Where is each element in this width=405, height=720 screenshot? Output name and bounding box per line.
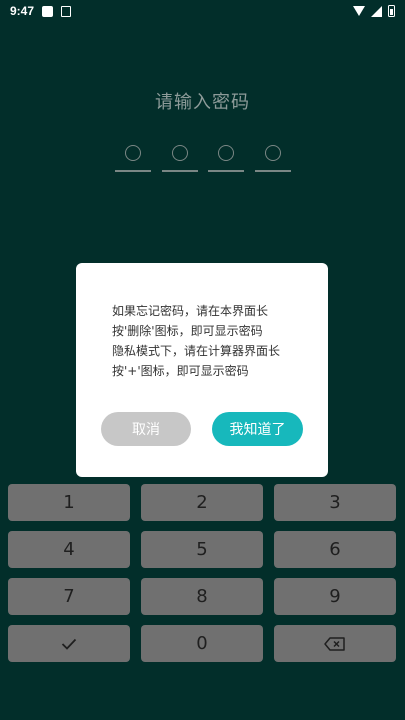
pin-dot — [125, 145, 141, 161]
key-1[interactable]: 1 — [8, 484, 130, 521]
password-prompt: 请输入密码 — [155, 92, 250, 113]
status-time: 9:47 — [10, 4, 35, 18]
got-it-button[interactable]: 我知道了 — [212, 412, 303, 446]
key-6[interactable]: 6 — [274, 531, 396, 568]
numeric-keypad: 1 2 3 4 5 6 7 8 9 0 — [8, 484, 397, 712]
dialog-message-line: 隐私模式下，请在计算器界面长 — [112, 344, 281, 358]
dialog-message-line: 如果忘记密码，请在本界面长 — [112, 304, 269, 318]
battery-icon — [388, 5, 395, 17]
dialog-message-line: 按'+'图标，即可显示密码 — [112, 364, 249, 378]
backspace-key[interactable] — [274, 625, 396, 662]
status-icons — [353, 5, 395, 17]
notification-app-icon — [61, 5, 72, 17]
key-3[interactable]: 3 — [274, 484, 396, 521]
cancel-button[interactable]: 取消 — [101, 412, 191, 446]
pin-dot — [218, 145, 235, 161]
pin-dot — [171, 145, 188, 161]
key-2[interactable]: 2 — [141, 484, 263, 521]
pin-slot — [115, 140, 151, 172]
pin-dot — [264, 145, 281, 161]
pin-indicator — [115, 140, 291, 174]
notification-icon — [42, 5, 54, 17]
key-9[interactable]: 9 — [274, 578, 396, 615]
key-4[interactable]: 4 — [8, 531, 130, 568]
status-bar: 9:47 — [0, 0, 405, 22]
forgot-password-dialog: 如果忘记密码，请在本界面长 按'删除'图标，即可显示密码 隐私模式下，请在计算器… — [76, 263, 328, 477]
key-7[interactable]: 7 — [8, 578, 130, 615]
wifi-icon — [353, 6, 365, 16]
signal-icon — [371, 5, 382, 17]
key-8[interactable]: 8 — [141, 578, 263, 615]
confirm-key[interactable] — [8, 625, 130, 662]
dialog-message: 如果忘记密码，请在本界面长 按'删除'图标，即可显示密码 隐私模式下，请在计算器… — [112, 301, 312, 381]
backspace-icon — [324, 636, 345, 651]
pin-slot — [161, 140, 198, 172]
key-0[interactable]: 0 — [141, 625, 263, 662]
key-5[interactable]: 5 — [141, 531, 263, 568]
check-icon — [61, 638, 77, 650]
dialog-message-line: 按'删除'图标，即可显示密码 — [112, 324, 263, 338]
pin-slot — [254, 140, 291, 172]
pin-slot — [208, 140, 245, 172]
